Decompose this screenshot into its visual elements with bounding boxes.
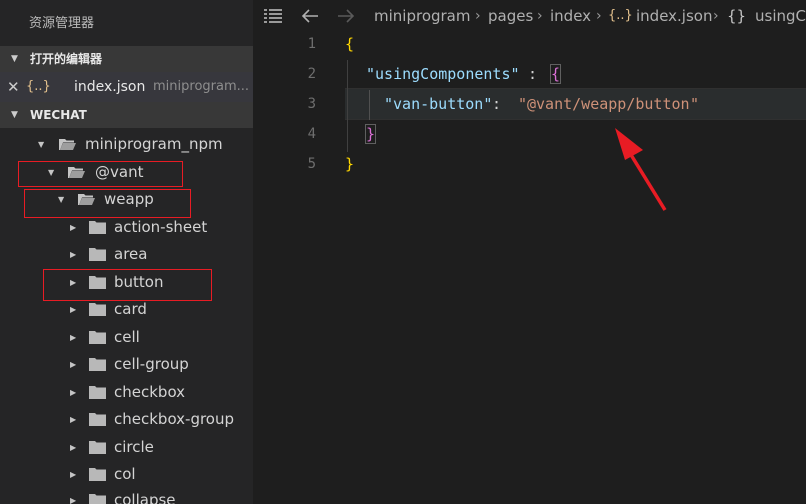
breadcrumb-symbol[interactable]: usingCo [755, 0, 806, 32]
chevron-right-icon: › [537, 8, 543, 24]
chevron-down-icon: ▼ [38, 140, 45, 149]
json-brace: } [364, 124, 377, 144]
tree-item-label: col [114, 465, 136, 483]
json-brace: { [345, 35, 355, 53]
chevron-down-icon: ▼ [11, 110, 18, 120]
json-object-icon: {} [727, 7, 747, 25]
tree-item-label: collapse [114, 491, 176, 504]
line-number: 4 [307, 126, 316, 142]
tree-item-label: cell [114, 328, 140, 346]
breadcrumb-item[interactable]: miniprogram [374, 0, 470, 32]
json-brace: { [549, 64, 562, 84]
tree-item-label: action-sheet [114, 218, 208, 236]
json-file-icon: {..} [608, 8, 633, 23]
open-editors-header[interactable]: ▼ 打开的编辑器 [0, 46, 253, 72]
folder-icon [89, 413, 106, 426]
code-editor[interactable]: miniprogram › pages › index › {..} index… [253, 0, 806, 504]
chevron-right-icon: ▶ [70, 443, 77, 452]
line-number: 1 [307, 36, 316, 52]
annotation-box-weapp [24, 189, 191, 218]
list-icon[interactable] [264, 9, 282, 23]
tree-item-label: checkbox-group [114, 410, 235, 428]
workspace-label: WECHAT [30, 108, 87, 122]
json-colon: : [528, 65, 547, 83]
annotation-arrow-icon [615, 128, 667, 211]
json-key: "usingComponents" [366, 65, 520, 83]
chevron-right-icon: ▶ [70, 360, 77, 369]
annotation-box-button [43, 269, 212, 301]
indent-guide [369, 90, 370, 120]
tree-item-label: checkbox [114, 383, 186, 401]
breadcrumb: miniprogram › pages › index › {..} index… [253, 0, 806, 32]
chevron-right-icon: ▶ [70, 250, 77, 259]
chevron-right-icon: ▶ [70, 333, 77, 342]
json-string-quote: " [518, 95, 528, 113]
json-string-quote: " [690, 95, 700, 113]
folder-icon [89, 221, 106, 234]
line-number: 2 [307, 66, 316, 82]
close-icon[interactable]: ✕ [7, 72, 20, 102]
json-brace: } [345, 155, 355, 173]
workspace-header[interactable]: ▼ WECHAT [0, 102, 253, 128]
chevron-right-icon: › [475, 8, 481, 24]
chevron-right-icon: ▶ [70, 388, 77, 397]
tree-item-label: area [114, 245, 148, 263]
json-string-value: @vant/weapp/button [527, 95, 690, 113]
chevron-right-icon: ▶ [70, 223, 77, 232]
open-editor-item[interactable]: ✕ {..} index.json miniprogram... [0, 72, 253, 102]
open-editor-filename: index.json [74, 79, 146, 95]
folder-icon [89, 331, 106, 344]
explorer-title: 资源管理器 [29, 16, 95, 31]
tree-item-label: cell-group [114, 355, 189, 373]
json-colon: : [492, 95, 511, 113]
folder-icon [89, 468, 106, 481]
folder-icon [89, 386, 106, 399]
line-number: 3 [307, 96, 316, 112]
chevron-right-icon: › [713, 8, 719, 24]
chevron-right-icon: ▶ [70, 470, 77, 479]
tree-item-label: miniprogram_npm [85, 135, 223, 153]
folder-icon [89, 248, 106, 261]
forward-arrow-icon[interactable] [337, 8, 355, 24]
folder-open-icon [59, 139, 76, 150]
chevron-right-icon: › [596, 8, 602, 24]
breadcrumb-file[interactable]: index.json [636, 0, 712, 32]
breadcrumb-item[interactable]: pages [488, 0, 533, 32]
annotation-box-vant [18, 161, 183, 187]
folder-icon [89, 494, 106, 504]
line-number: 5 [307, 156, 316, 172]
open-editors-label: 打开的编辑器 [30, 52, 103, 66]
back-arrow-icon[interactable] [301, 8, 319, 24]
indent-guide [347, 60, 348, 152]
chevron-down-icon: ▼ [11, 54, 18, 64]
tree-item-label: circle [114, 438, 154, 456]
folder-icon [89, 441, 106, 454]
folder-icon [89, 303, 106, 316]
json-file-icon: {..} [26, 79, 51, 94]
folder-icon [89, 358, 106, 371]
explorer-sidebar: 资源管理器 ▼ 打开的编辑器 ✕ {..} index.json minipro… [0, 0, 253, 504]
chevron-right-icon: ▶ [70, 415, 77, 424]
json-key: "van-button" [384, 95, 493, 113]
breadcrumb-item[interactable]: index [550, 0, 591, 32]
open-editor-path: miniprogram... [153, 79, 250, 94]
chevron-right-icon: ▶ [70, 496, 77, 504]
